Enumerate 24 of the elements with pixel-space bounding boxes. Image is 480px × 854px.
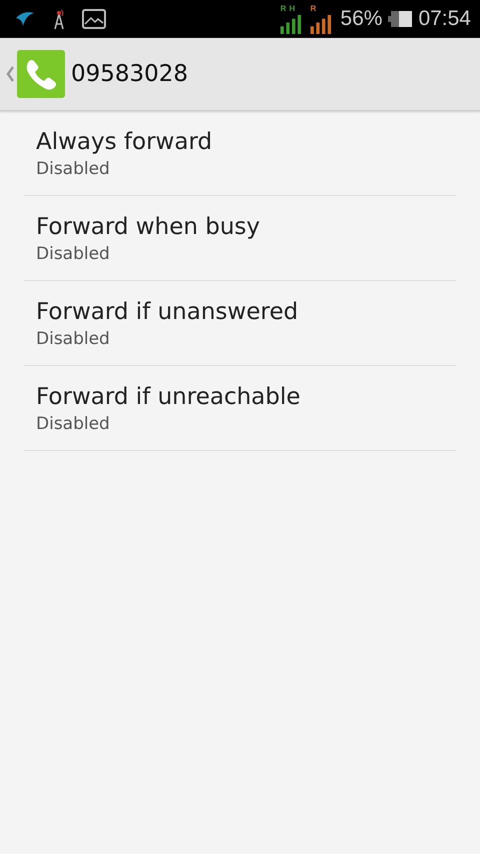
item-title: Forward if unanswered: [36, 299, 300, 325]
item-summary: Disabled: [36, 329, 111, 349]
item-summary: Disabled: [36, 159, 111, 179]
roaming-indicator: R: [280, 4, 286, 13]
antenna-icon: [52, 8, 66, 30]
item-summary: Disabled: [36, 414, 111, 434]
carrier-icon: [14, 10, 36, 28]
roaming-indicator: R: [310, 4, 316, 13]
clock: 07:54: [418, 7, 471, 31]
settings-item[interactable]: Forward if unreachable Disabled: [24, 366, 456, 451]
battery-icon: [388, 11, 412, 27]
battery-percentage: 56%: [340, 7, 382, 31]
image-icon: [82, 9, 106, 29]
settings-item[interactable]: Forward if unanswered Disabled: [24, 281, 456, 366]
settings-item[interactable]: Forward when busy Disabled: [24, 196, 456, 281]
phone-icon: [17, 50, 65, 98]
phone-number: 09583028: [71, 61, 188, 87]
item-title: Always forward: [36, 129, 214, 155]
item-title: Forward if unreachable: [36, 384, 302, 410]
chevron-icon: [6, 66, 14, 82]
item-title: Forward when busy: [36, 214, 262, 240]
item-summary: Disabled: [36, 244, 111, 264]
network-type: H: [289, 4, 295, 13]
settings-item[interactable]: Always forward Disabled: [24, 111, 456, 196]
